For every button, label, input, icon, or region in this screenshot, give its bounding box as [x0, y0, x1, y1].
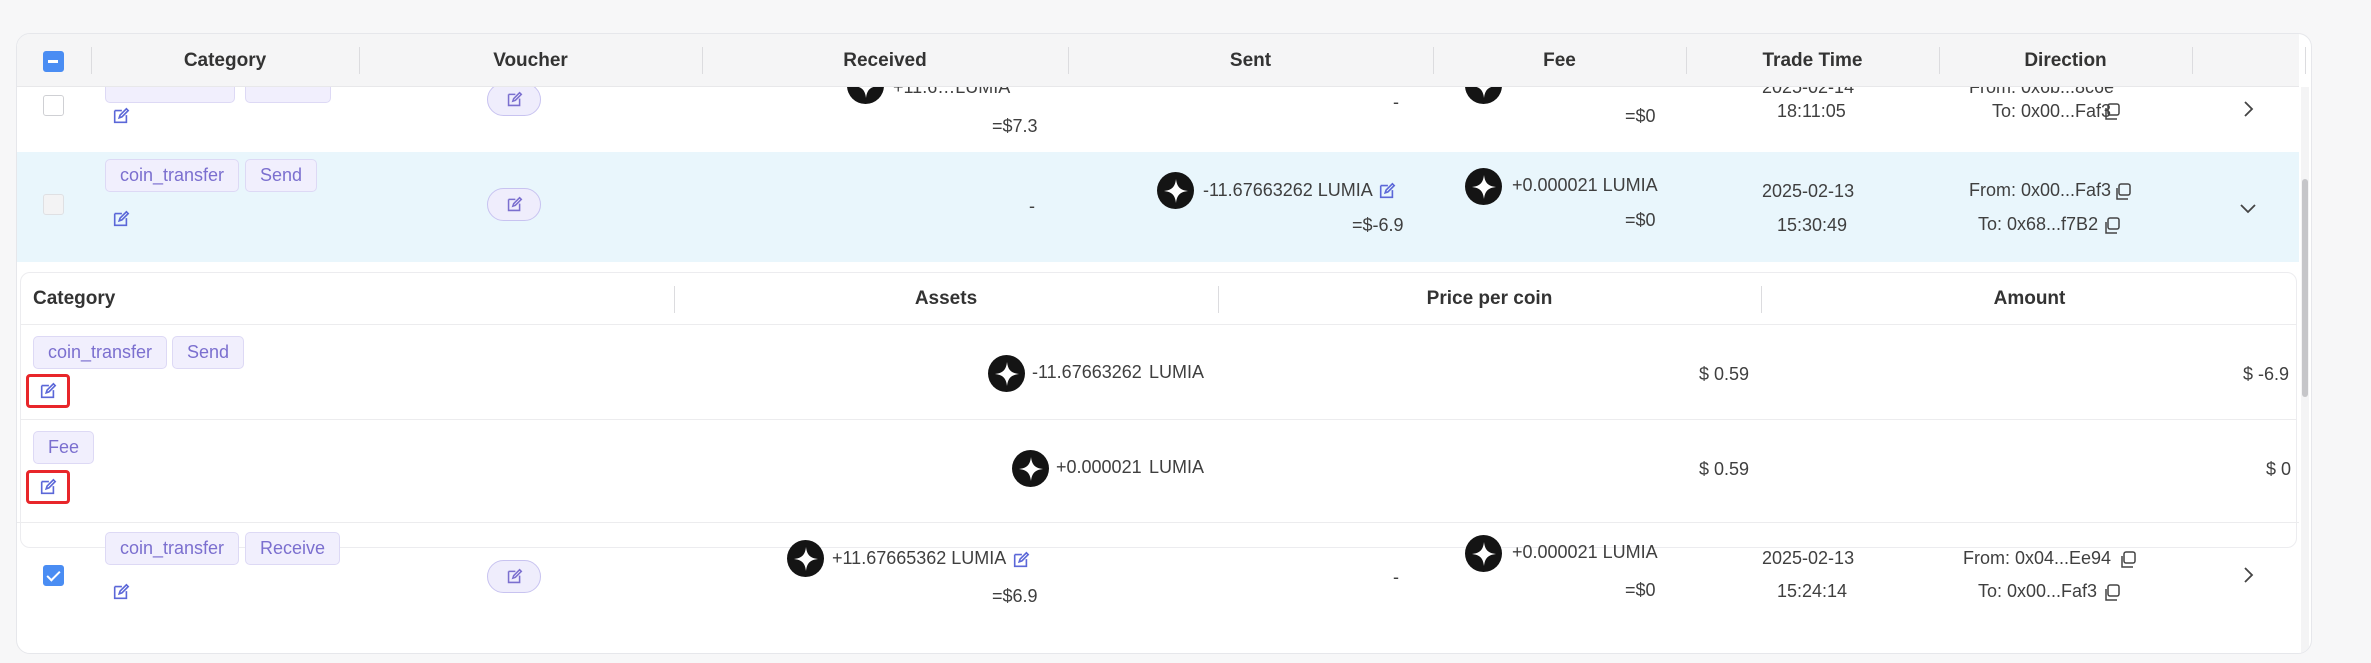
detail-table: Category Assets Price per coin Amount co… — [20, 272, 2297, 548]
lumia-star-icon — [1157, 172, 1194, 209]
fee-amount: +0.000021 LUMIA — [1512, 175, 1658, 195]
trade-date: 2025-02-13 — [1762, 181, 1855, 201]
fee-usd: =$0 — [1625, 210, 1656, 230]
chevron-down-icon[interactable] — [2238, 198, 2258, 218]
table-header: Category Voucher Received Sent Fee Trade… — [17, 34, 2306, 87]
lumia-star-icon — [988, 355, 1025, 392]
trade-date: 2025-02-13 — [1762, 548, 1855, 568]
category-tag — [105, 87, 235, 103]
category-tag: Receive — [245, 532, 341, 565]
detail-header-price: Price per coin — [1426, 288, 1553, 309]
edit-icon — [507, 196, 522, 212]
row-checkbox[interactable] — [43, 95, 64, 116]
edit-icon[interactable] — [1378, 182, 1396, 200]
chevron-right-icon[interactable] — [2238, 99, 2258, 119]
copy-icon[interactable] — [2103, 103, 2121, 121]
header-sent[interactable]: Sent — [1068, 34, 1433, 87]
chevron-right-icon[interactable] — [2238, 565, 2258, 585]
category-tag: coin_transfer — [105, 532, 240, 565]
voucher-button[interactable] — [487, 188, 541, 221]
lumia-star-icon — [1465, 168, 1502, 205]
sent-value: - — [1393, 567, 1399, 587]
direction-from: From: 0x04...Ee94 — [1963, 548, 2112, 568]
trade-time: 15:30:49 — [1777, 215, 1848, 235]
highlight-box — [26, 374, 70, 408]
price-per-coin: $ 0.59 — [1699, 364, 1750, 384]
lumia-star-icon — [1012, 450, 1049, 487]
category-tag: Fee — [33, 431, 95, 464]
direction-from: From: 0x00...Faf3 — [1969, 180, 2112, 200]
lumia-star-icon — [1465, 87, 1502, 104]
fee-usd: =$0 — [1625, 580, 1656, 600]
lumia-star-icon — [847, 87, 884, 104]
voucher-button[interactable] — [487, 87, 541, 116]
voucher-button[interactable] — [487, 560, 541, 593]
detail-amount: $ 0 — [2266, 459, 2292, 479]
lumia-star-icon — [787, 540, 824, 577]
vertical-scrollbar[interactable] — [2301, 87, 2309, 653]
detail-header-amount: Amount — [1993, 288, 2066, 309]
fee-amount: +0.000021 LUMIA — [1512, 542, 1658, 562]
trade-time: 18:11:05 — [1777, 101, 1846, 121]
header-fee[interactable]: Fee — [1433, 34, 1686, 87]
detail-amount: $ -6.9 — [2243, 364, 2290, 384]
category-tag: coin_transfer — [105, 159, 240, 192]
lumia-star-icon — [1465, 535, 1502, 572]
direction-from: From: 0x6b...8c6e — [1969, 87, 2115, 97]
trade-date: 2025-02-14 — [1762, 87, 1855, 97]
category-tag: coin_transfer — [33, 336, 168, 369]
header-received[interactable]: Received — [702, 34, 1068, 87]
asset-amount: +0.000021 — [1056, 457, 1142, 477]
edit-icon[interactable] — [112, 107, 130, 125]
direction-to: To: 0x68...f7B2 — [1978, 214, 2099, 234]
header-category[interactable]: Category — [91, 34, 359, 87]
asset-symbol: LUMIA — [1149, 457, 1205, 477]
asset-amount: -11.67663262 — [1032, 362, 1142, 382]
edit-icon[interactable] — [112, 583, 130, 601]
header-voucher[interactable]: Voucher — [359, 34, 702, 87]
row-checkbox[interactable] — [43, 194, 64, 215]
copy-icon[interactable] — [2114, 183, 2132, 201]
header-trade-time[interactable]: Trade Time — [1686, 34, 1939, 87]
edit-icon[interactable] — [112, 210, 130, 228]
edit-icon — [507, 568, 522, 584]
highlight-box — [26, 470, 70, 504]
price-per-coin: $ 0.59 — [1699, 459, 1750, 479]
received-amount: +11.6…LUMIA — [893, 87, 1011, 97]
received-value: - — [1029, 196, 1035, 216]
detail-header-assets: Assets — [914, 288, 978, 309]
received-usd: =$6.9 — [992, 586, 1038, 606]
table-row[interactable]: coin_transfer Receive +11.67665362 LUMIA… — [17, 523, 2299, 638]
received-usd: =$7.3 — [992, 116, 1038, 136]
direction-to: To: 0x00...Faf3 — [1992, 101, 2112, 121]
trade-time: 15:24:14 — [1777, 581, 1848, 601]
category-tag: Send — [245, 159, 318, 192]
edit-icon — [507, 91, 522, 107]
copy-icon[interactable] — [2119, 551, 2137, 569]
detail-header-category: Category — [33, 288, 116, 309]
transactions-table: Category Voucher Received Sent Fee Trade… — [16, 33, 2312, 654]
asset-symbol: LUMIA — [1149, 362, 1205, 382]
copy-icon[interactable] — [2103, 584, 2121, 602]
detail-row: Fee +0.000021 LUMIA $ 0.59 $ 0 — [21, 420, 2296, 515]
direction-to: To: 0x00...Faf3 — [1978, 581, 2098, 601]
detail-row: coin_transfer Send -11.67663262 LUMIA $ … — [21, 325, 2296, 420]
edit-icon[interactable] — [1012, 551, 1030, 569]
sent-amount: -11.67663262 LUMIA — [1203, 180, 1373, 200]
category-tag: Send — [172, 336, 245, 369]
fee-usd: =$0 — [1625, 106, 1656, 126]
received-amount: +11.67665362 LUMIA — [832, 548, 1007, 568]
select-all-checkbox[interactable] — [43, 51, 64, 72]
category-tag — [245, 87, 331, 103]
header-direction[interactable]: Direction — [1939, 34, 2192, 87]
sent-value: - — [1393, 92, 1399, 112]
sent-usd: =$-6.9 — [1352, 215, 1404, 235]
table-row[interactable]: +11.6…LUMIA =$7.3 - =$0 2025-02-14 18:11… — [17, 87, 2299, 152]
scrollbar-thumb[interactable] — [2302, 179, 2308, 397]
table-row-selected[interactable]: coin_transfer Send - -11.67663262 LUMIA … — [17, 152, 2299, 262]
copy-icon[interactable] — [2103, 217, 2121, 235]
detail-header: Category Assets Price per coin Amount — [21, 273, 2296, 325]
row-checkbox[interactable] — [43, 565, 64, 586]
